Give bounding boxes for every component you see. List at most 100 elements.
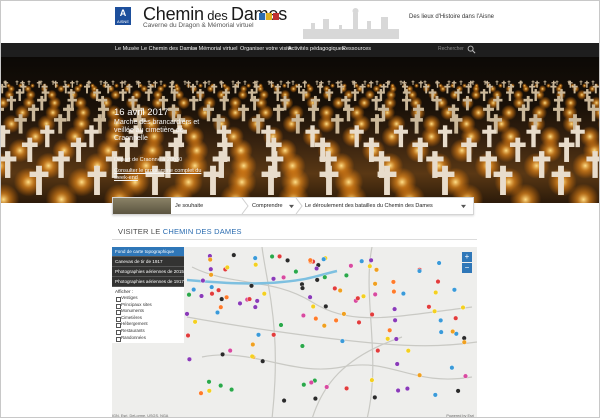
map-poi-marker[interactable]: [372, 291, 378, 297]
map-poi-marker[interactable]: [246, 296, 252, 302]
zoom-in-button[interactable]: +: [462, 252, 472, 262]
map-poi-marker[interactable]: [390, 279, 396, 285]
filter-vestiges[interactable]: Vestiges: [115, 295, 181, 302]
map-poi-marker[interactable]: [356, 319, 362, 325]
map-poi-marker[interactable]: [392, 317, 398, 323]
map-poi-marker[interactable]: [426, 304, 432, 310]
map-poi-marker[interactable]: [186, 356, 192, 362]
map-poi-marker[interactable]: [207, 257, 213, 263]
map-poi-marker[interactable]: [249, 353, 255, 359]
map-poi-marker[interactable]: [285, 257, 291, 263]
map-poi-marker[interactable]: [281, 274, 287, 280]
map-poi-marker[interactable]: [372, 281, 378, 287]
map-poi-marker[interactable]: [375, 348, 381, 354]
map-poi-marker[interactable]: [301, 382, 307, 388]
map-poi-marker[interactable]: [314, 266, 320, 272]
map-poi-marker[interactable]: [252, 255, 258, 261]
map-poi-marker[interactable]: [271, 332, 277, 338]
map-poi-marker[interactable]: [209, 291, 215, 297]
map-poi-marker[interactable]: [404, 386, 410, 392]
map-poi-marker[interactable]: [253, 262, 259, 268]
map-poi-marker[interactable]: [231, 252, 237, 258]
nav-item-musee[interactable]: Le Musée: [115, 46, 139, 52]
selector-third-dropdown[interactable]: Le déroulement des batailles du Chemin d…: [305, 203, 433, 209]
map-poi-marker[interactable]: [270, 276, 276, 282]
map-poi-marker[interactable]: [255, 332, 261, 338]
filter-cimetieres[interactable]: Cimetières: [115, 315, 181, 322]
map-poi-marker[interactable]: [394, 361, 400, 367]
hero-banner[interactable]: 16 avril 2017 Marche des brancardiers et…: [1, 57, 599, 203]
map-poi-marker[interactable]: [250, 341, 256, 347]
map-poi-marker[interactable]: [451, 287, 457, 293]
map-poi-marker[interactable]: [208, 266, 214, 272]
map-poi-marker[interactable]: [438, 329, 444, 335]
map-poi-marker[interactable]: [218, 383, 224, 389]
map-poi-marker[interactable]: [455, 388, 461, 394]
map-poi-marker[interactable]: [220, 351, 226, 357]
map-poi-marker[interactable]: [355, 295, 361, 301]
map-poi-marker[interactable]: [392, 306, 398, 312]
chevron-down-icon[interactable]: [289, 204, 294, 209]
map-poi-marker[interactable]: [237, 300, 243, 306]
map-poi-marker[interactable]: [252, 304, 258, 310]
map-poi-marker[interactable]: [321, 323, 327, 329]
zoom-out-button[interactable]: −: [462, 263, 472, 273]
map-poi-marker[interactable]: [385, 336, 391, 342]
map-poi-marker[interactable]: [369, 311, 375, 317]
map-poi-marker[interactable]: [299, 343, 305, 349]
map-poi-marker[interactable]: [450, 328, 456, 334]
map-poi-marker[interactable]: [299, 285, 305, 291]
aisne-logo[interactable]: A AISNE: [115, 7, 131, 25]
nav-item-activites-pedagogiques[interactable]: Activités pédagogiques: [288, 46, 345, 52]
map-poi-marker[interactable]: [307, 257, 313, 263]
filter-randonnees[interactable]: Randonnées: [115, 335, 181, 342]
nav-item-memorial-virtuel[interactable]: Le Mémorial virtuel: [191, 46, 237, 52]
layer-topographic[interactable]: Fond de carte topographique: [112, 247, 184, 257]
map-poi-marker[interactable]: [277, 253, 283, 259]
map-poi-marker[interactable]: [332, 285, 338, 291]
map-poi-marker[interactable]: [344, 385, 350, 391]
map-poi-marker[interactable]: [400, 291, 406, 297]
hero-program-link[interactable]: Consulter le programme complet du week-e…: [114, 168, 204, 182]
map-poi-marker[interactable]: [449, 365, 455, 371]
layer-canevas-1917[interactable]: Canevas de tir de 1917: [112, 257, 184, 267]
map-poi-marker[interactable]: [185, 332, 191, 338]
map-poi-marker[interactable]: [324, 384, 330, 390]
map-poi-marker[interactable]: [260, 358, 266, 364]
map-poi-marker[interactable]: [321, 256, 327, 262]
map-poi-marker[interactable]: [293, 269, 299, 275]
map-poi-marker[interactable]: [219, 296, 225, 302]
map-poi-marker[interactable]: [269, 253, 275, 259]
map-poi-marker[interactable]: [367, 263, 373, 269]
map-poi-marker[interactable]: [438, 317, 444, 323]
map-poi-marker[interactable]: [307, 294, 313, 300]
map-poi-marker[interactable]: [261, 291, 267, 297]
map-poi-marker[interactable]: [395, 387, 401, 393]
layer-aerial-1917[interactable]: Photographies aériennes de 1917: [112, 277, 184, 287]
map-poi-marker[interactable]: [229, 387, 235, 393]
map-poi-marker[interactable]: [216, 287, 222, 293]
nav-item-ressources[interactable]: Ressources: [342, 46, 371, 52]
map-poi-marker[interactable]: [460, 305, 466, 311]
map-poi-marker[interactable]: [387, 327, 393, 333]
map-poi-marker[interactable]: [323, 303, 329, 309]
map-poi-marker[interactable]: [206, 379, 212, 385]
map-poi-marker[interactable]: [374, 267, 380, 273]
map-poi-marker[interactable]: [435, 279, 441, 285]
map-poi-marker[interactable]: [184, 311, 190, 317]
map-poi-marker[interactable]: [310, 304, 316, 310]
selector-second-dropdown[interactable]: Comprendre: [252, 203, 283, 209]
map-poi-marker[interactable]: [393, 336, 399, 342]
map-poi-marker[interactable]: [191, 287, 197, 293]
filter-hebergement[interactable]: Hébergement: [115, 321, 181, 328]
map-poi-marker[interactable]: [391, 289, 397, 295]
map-poi-marker[interactable]: [461, 339, 467, 345]
map-poi-marker[interactable]: [192, 319, 198, 325]
map-poi-marker[interactable]: [333, 317, 339, 323]
filter-principaux-sites[interactable]: Principaux sites: [115, 302, 181, 309]
map-poi-marker[interactable]: [200, 278, 206, 284]
map-poi-marker[interactable]: [405, 348, 411, 354]
map-poi-marker[interactable]: [348, 263, 354, 269]
map-poi-marker[interactable]: [198, 293, 204, 299]
map-poi-marker[interactable]: [312, 396, 318, 402]
